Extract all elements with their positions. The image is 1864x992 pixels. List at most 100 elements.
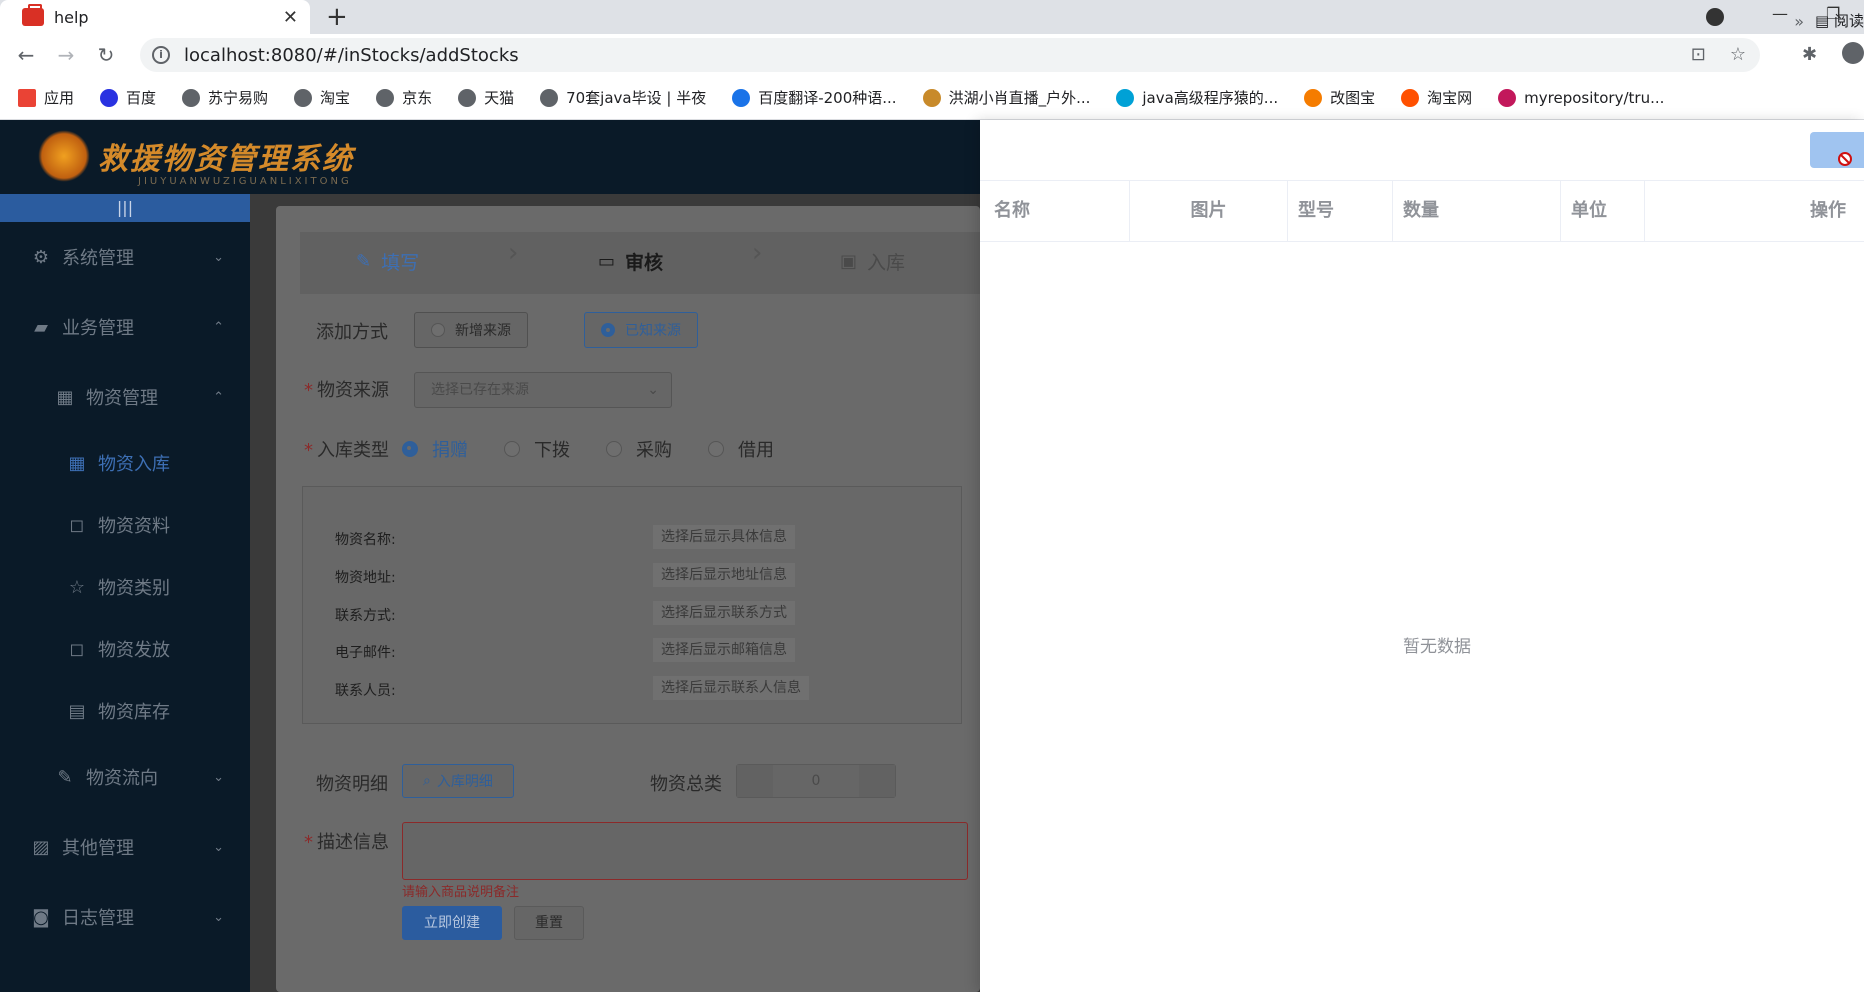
- logo-subtitle: JIUYUANWUZIGUANLIXITONG: [138, 176, 352, 187]
- new-tab-icon[interactable]: +: [326, 2, 348, 32]
- type-radio-donate[interactable]: 捐赠: [402, 436, 468, 462]
- sidebar-item[interactable]: ▦ 物资管理 ⌃: [0, 362, 250, 432]
- new-source-radio-button[interactable]: 新增来源: [414, 312, 528, 348]
- browser-tab[interactable]: help ✕: [0, 0, 310, 34]
- bookmark-item[interactable]: 改图宝: [1304, 87, 1375, 108]
- sidebar-item[interactable]: ▤ 物资库存: [0, 680, 250, 742]
- bookmark-item[interactable]: myrepository/tru...: [1498, 88, 1664, 107]
- bookmark-icon: [1498, 88, 1517, 107]
- source-select[interactable]: 选择已存在来源 ⌄: [414, 372, 672, 408]
- type-radio-purchase[interactable]: 采购: [606, 436, 672, 462]
- bookmark-icon: [18, 88, 36, 107]
- sidebar-item-label: 物资类别: [98, 578, 170, 599]
- table-header: 名称 图片 型号 数量 单位 操作: [980, 180, 1864, 242]
- extensions-icon[interactable]: ✱: [1802, 44, 1817, 65]
- total-count-value: 0: [811, 773, 821, 789]
- description-error: 请输入商品说明备注: [402, 885, 520, 900]
- radio-label: 新增来源: [455, 323, 511, 339]
- app-header: 救援物资管理系统 JIUYUANWUZIGUANLIXITONG: [0, 120, 980, 194]
- step-instock: ▣ 入库: [840, 251, 906, 274]
- bookmark-icon: [100, 88, 119, 107]
- sidebar-item-label: 业务管理: [62, 318, 134, 339]
- info-label: 联系人员:: [335, 683, 396, 699]
- sidebar-item[interactable]: ☆ 物资类别: [0, 556, 250, 618]
- edit-icon: ✎: [356, 251, 372, 272]
- sidebar-item-label: 物资发放: [98, 640, 170, 661]
- detail-label: 物资明细: [316, 774, 388, 795]
- bookmark-item[interactable]: 京东: [376, 87, 432, 108]
- drawer-add-button[interactable]: [1810, 132, 1864, 168]
- bookmark-icon: [376, 88, 395, 107]
- reading-list-icon: ▤: [1815, 12, 1834, 30]
- url-bar[interactable]: i localhost:8080/#/inStocks/addStocks ⊡ …: [140, 38, 1760, 72]
- minimize-icon[interactable]: —: [1772, 4, 1788, 23]
- bookmark-item[interactable]: 70套java毕设 | 半夜: [540, 87, 706, 108]
- bookmark-item[interactable]: java高级程序猿的...: [1116, 87, 1278, 108]
- bookmark-item[interactable]: 淘宝网: [1401, 87, 1472, 108]
- close-tab-icon[interactable]: ✕: [283, 7, 298, 28]
- bookmarks-more-icon[interactable]: »: [1794, 12, 1804, 31]
- bookmark-star-icon[interactable]: ☆: [1730, 44, 1746, 65]
- sidebar-item-label: 物资流向: [86, 768, 158, 789]
- create-button[interactable]: 立即创建: [402, 906, 502, 940]
- profile-menu-icon[interactable]: [1706, 8, 1724, 26]
- bookmark-item[interactable]: 洪湖小肖直播_户外...: [922, 87, 1091, 108]
- back-icon[interactable]: ←: [6, 43, 46, 67]
- sidebar-item-label: 系统管理: [62, 248, 134, 269]
- stock-detail-button[interactable]: ⌕ 入库明细: [402, 764, 514, 798]
- bookmark-icon: [540, 88, 559, 107]
- total-label: 物资总类: [650, 774, 722, 795]
- bookmark-item[interactable]: 淘宝: [294, 87, 350, 108]
- known-source-radio-button[interactable]: 已知来源: [584, 312, 698, 348]
- reset-button[interactable]: 重置: [514, 906, 584, 940]
- sidebar-item[interactable]: ▦ 物资入库: [0, 432, 250, 494]
- profile-avatar-icon[interactable]: [1842, 42, 1864, 64]
- bookmark-icon: [458, 88, 477, 107]
- bookmark-item[interactable]: 百度翻译-200种语...: [732, 87, 897, 108]
- bookmark-item[interactable]: 天猫: [458, 87, 514, 108]
- bookmark-item[interactable]: 应用: [18, 87, 74, 108]
- bookmark-icon: [1401, 88, 1420, 107]
- bookmark-icon: [182, 88, 201, 107]
- bookmark-item[interactable]: 百度: [100, 87, 156, 108]
- sidebar-item[interactable]: ▰ 业务管理 ⌃: [0, 292, 250, 362]
- info-label: 电子邮件:: [335, 645, 396, 661]
- chevron-up-icon: ⌃: [213, 389, 224, 405]
- sidebar-item[interactable]: ◻ 物资发放: [0, 618, 250, 680]
- logo-emblem-icon: [38, 130, 90, 182]
- sidebar-item-label: 物资管理: [86, 388, 158, 409]
- info-value: 选择后显示地址信息: [653, 563, 795, 587]
- tab-title: help: [54, 7, 89, 27]
- info-icon[interactable]: i: [152, 46, 170, 64]
- sidebar-item[interactable]: ◙ 日志管理 ⌄: [0, 882, 250, 952]
- empty-state: 暂无数据: [1403, 637, 1471, 657]
- chart-icon: ▨: [32, 836, 50, 858]
- sidebar-item[interactable]: ⚙ 系统管理 ⌄: [0, 222, 250, 292]
- forward-icon[interactable]: →: [46, 43, 86, 67]
- reading-list-button[interactable]: ▤ 阅读: [1815, 10, 1864, 31]
- bookmark-label: 洪湖小肖直播_户外...: [948, 89, 1091, 107]
- type-radio-borrow[interactable]: 借用: [708, 436, 774, 462]
- chevron-down-icon: ⌄: [213, 249, 224, 265]
- bag-icon: ◻: [69, 638, 85, 660]
- bookmark-item[interactable]: 苏宁易购: [182, 87, 268, 108]
- sidebar-item[interactable]: ◻ 物资资料: [0, 494, 250, 556]
- type-radio-allocate[interactable]: 下拨: [504, 436, 570, 462]
- desc-label: * 描述信息: [304, 832, 389, 853]
- add-method-label: 添加方式: [316, 322, 388, 343]
- column-header: 名称: [980, 181, 1130, 241]
- bookmark-label: 苏宁易购: [208, 89, 269, 107]
- step-review: ▭ 审核: [598, 251, 664, 274]
- decrement-button[interactable]: [737, 765, 773, 797]
- sidebar-item[interactable]: ▨ 其他管理 ⌄: [0, 812, 250, 882]
- increment-button[interactable]: [859, 765, 895, 797]
- collapse-toggle[interactable]: |||: [0, 194, 250, 222]
- reload-icon[interactable]: ↻: [86, 43, 126, 67]
- calendar-icon: ▦: [68, 452, 86, 474]
- sidebar-item[interactable]: ✎ 物资流向 ⌄: [0, 742, 250, 812]
- chevron-down-icon: ⌄: [213, 839, 224, 855]
- column-header: 操作: [1810, 200, 1846, 221]
- camera-icon: ◙: [32, 906, 50, 928]
- translate-icon[interactable]: ⊡: [1691, 44, 1706, 65]
- description-textarea[interactable]: [402, 822, 968, 880]
